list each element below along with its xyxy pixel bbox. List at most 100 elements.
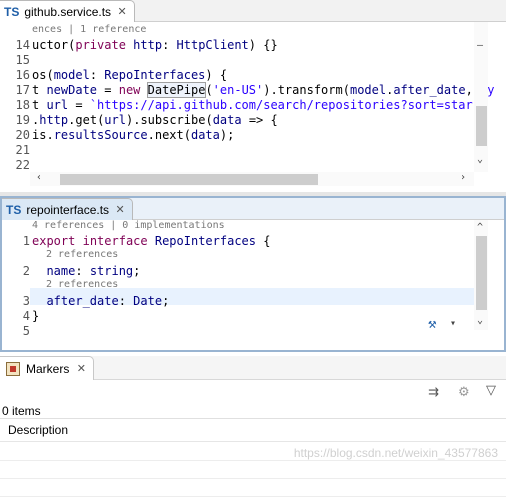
code-lens[interactable]: 2 references — [46, 249, 118, 261]
code-token: string — [89, 264, 134, 278]
editor2-tabbar: TS repointerface.ts ✕ — [2, 198, 504, 220]
code-token: model — [349, 83, 387, 97]
empty-row — [0, 460, 506, 461]
scroll-down-icon[interactable]: ⌄ — [477, 315, 483, 326]
code-token: RepoInterfaces — [104, 68, 206, 82]
code-token: ); — [219, 128, 235, 142]
code-token: after_date — [393, 83, 466, 97]
code-lens[interactable]: 2 references — [46, 279, 118, 291]
close-icon[interactable]: ✕ — [116, 5, 128, 18]
code-token: : — [118, 294, 134, 308]
code-token: ) { — [205, 68, 228, 82]
code-line[interactable]: } — [32, 309, 39, 323]
code-token: export — [32, 234, 76, 248]
editor2-vertical-scrollbar[interactable]: ^ ⌄ — [474, 220, 488, 330]
code-token: get — [75, 113, 98, 127]
scrollbar-thumb[interactable] — [60, 174, 318, 185]
typescript-file-icon: TS — [4, 4, 20, 19]
scroll-up-icon[interactable]: — — [477, 40, 483, 51]
code-line[interactable]: t newDate = new DatePipe('en-US').transf… — [32, 82, 494, 98]
code-token: url — [104, 113, 126, 127]
code-token: ; — [133, 264, 141, 278]
code-line[interactable]: is.resultsSource.next(data); — [32, 128, 234, 142]
tab-title: github.service.ts — [24, 4, 112, 19]
line-number: 2 — [22, 264, 30, 278]
code-token: Date — [133, 294, 163, 308]
scroll-down-icon[interactable]: ⌄ — [477, 154, 483, 165]
code-token: HttpClient — [176, 38, 249, 52]
configure-contents-icon[interactable]: ⚙ — [458, 384, 470, 400]
markers-icon — [6, 361, 20, 376]
code-token: url — [46, 98, 69, 112]
watermark: https://blog.csdn.net/weixin_43577863 — [293, 446, 498, 460]
code-token: DatePipe — [146, 82, 207, 98]
code-line[interactable]: name: string; — [32, 264, 140, 278]
code-token: = — [68, 98, 90, 112]
code-line[interactable]: uctor(private http: HttpClient) {} — [32, 38, 278, 52]
scrollbar-thumb[interactable] — [476, 236, 487, 310]
code-token: after_date — [46, 294, 119, 308]
wrench-hammer-icon[interactable]: ⚒ — [428, 316, 436, 332]
close-icon[interactable]: ✕ — [114, 203, 126, 216]
code-token: = — [97, 83, 119, 97]
line-number: 21 — [15, 143, 30, 157]
code-token: http — [39, 113, 69, 127]
editor2-code-area[interactable]: 4 references | 0 implementations 1 export… — [2, 220, 504, 350]
tab-markers[interactable]: Markers ✕ — [0, 356, 95, 380]
code-token: 'en-US' — [212, 83, 264, 97]
line-number: 16 — [15, 68, 30, 82]
code-token: { — [256, 234, 271, 248]
line-number: 1 — [22, 234, 30, 248]
column-header-description[interactable]: Description — [0, 418, 506, 442]
editor1-code-area[interactable]: ences | 1 reference 14 uctor(private http… — [0, 22, 506, 190]
code-token: => { — [241, 113, 278, 127]
line-number: 14 — [15, 38, 30, 52]
scroll-up-icon[interactable]: ^ — [477, 222, 483, 233]
filter-icon[interactable]: ⇉ — [428, 384, 439, 400]
line-number: 3 — [22, 294, 30, 308]
editor1-horizontal-scrollbar[interactable]: ‹ › — [30, 172, 474, 186]
line-number: 22 — [15, 158, 30, 172]
code-token: ( — [342, 83, 350, 97]
code-token: t — [32, 98, 47, 112]
line-number: 5 — [22, 324, 30, 338]
tab-title: Markers — [26, 361, 70, 376]
markers-tabbar: Markers ✕ — [0, 356, 506, 380]
code-line[interactable]: .http.get(url).subscribe(data => { — [32, 113, 278, 127]
code-token: ). — [125, 113, 141, 127]
code-token: data — [190, 128, 220, 142]
code-token: model — [53, 68, 90, 82]
code-token: subscribe — [140, 113, 206, 127]
code-token: http — [133, 38, 163, 52]
code-token: t — [32, 83, 47, 97]
view-menu-icon[interactable]: ▽ — [486, 382, 496, 398]
scroll-right-icon[interactable]: › — [460, 172, 466, 183]
tab-github-service[interactable]: TS github.service.ts ✕ — [0, 0, 136, 22]
line-number: 18 — [15, 98, 30, 112]
scroll-left-icon[interactable]: ‹ — [36, 172, 42, 183]
editor1-tabbar: TS github.service.ts ✕ — [0, 0, 506, 22]
code-token: uctor( — [32, 38, 76, 52]
close-icon[interactable]: ✕ — [75, 362, 87, 375]
code-token: ( — [205, 83, 213, 97]
code-line[interactable]: export interface RepoInterfaces { — [32, 234, 270, 248]
code-token: is. — [32, 128, 54, 142]
code-token: ( — [183, 128, 191, 142]
column-header-label: Description — [8, 423, 69, 437]
code-token: new — [118, 83, 141, 97]
typescript-file-icon: TS — [6, 202, 22, 217]
chevron-down-icon[interactable]: ▾ — [450, 318, 456, 329]
tab-repointerface[interactable]: TS repointerface.ts ✕ — [2, 198, 134, 220]
code-token: newDate — [46, 83, 98, 97]
editor1-vertical-scrollbar[interactable]: — ⌄ — [474, 22, 488, 172]
code-token: transform — [277, 83, 343, 97]
code-lens[interactable]: ences | 1 reference — [32, 24, 146, 36]
code-line[interactable]: after_date: Date; — [32, 294, 169, 308]
code-line[interactable]: t url = `https://api.github.com/search/r… — [32, 98, 487, 112]
code-lens[interactable]: 4 references | 0 implementations — [32, 220, 225, 232]
scrollbar-thumb[interactable] — [476, 106, 487, 146]
code-line[interactable]: os(model: RepoInterfaces) { — [32, 68, 227, 82]
